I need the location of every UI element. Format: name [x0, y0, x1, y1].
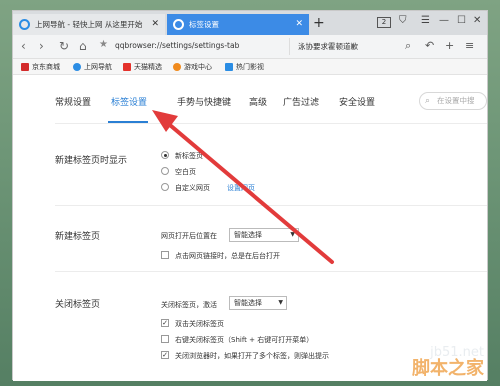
section-title-open-tab: 新建标签页: [55, 232, 101, 242]
checkbox-label: 关闭浏览器时，如果打开了多个标签，则弹出提示: [175, 352, 329, 360]
checkbox-label: 双击关闭标签页: [175, 320, 224, 328]
close-prompt-checkbox[interactable]: ✓: [161, 351, 169, 359]
tab-general[interactable]: 常规设置: [55, 95, 91, 108]
game-icon: [173, 63, 181, 71]
address-url: qqbrowser://settings/settings-tab: [115, 41, 240, 50]
section-title-close-tab: 关闭标签页: [55, 300, 101, 310]
navigation-bar: ‹ › ↻ ⌂ ★ qqbrowser://settings/settings-…: [13, 35, 487, 59]
bookmarks-bar: 京东商城 上网导航 天猫精选 游戏中心 热门影视: [13, 59, 487, 75]
watermark-logo: 脚本之家: [412, 358, 484, 379]
background-open-checkbox[interactable]: [161, 251, 169, 259]
bookmark-item[interactable]: 京东商城: [21, 62, 60, 72]
bookmark-item[interactable]: 上网导航: [73, 62, 112, 72]
position-label: 网页打开后位置在: [161, 232, 217, 240]
forward-icon[interactable]: ›: [39, 39, 44, 53]
minimize-icon[interactable]: —: [439, 15, 449, 26]
new-tab-button[interactable]: +: [313, 14, 325, 32]
divider: [55, 271, 487, 272]
close-icon[interactable]: ✕: [295, 14, 303, 35]
tab-advanced[interactable]: 高级: [249, 95, 267, 108]
search-icon[interactable]: ⌕: [405, 39, 411, 53]
refresh-icon[interactable]: ↻: [59, 39, 69, 53]
undo-icon[interactable]: ↶: [425, 39, 434, 52]
option-label: 新标签页: [175, 152, 203, 160]
tab-gestures[interactable]: 手势与快捷键: [177, 95, 231, 108]
menu-icon[interactable]: ☰: [421, 15, 430, 26]
maximize-icon[interactable]: ☐: [457, 15, 466, 26]
bookmark-item[interactable]: 天猫精选: [123, 62, 162, 72]
double-click-close-checkbox[interactable]: ✓: [161, 319, 169, 327]
radio-custom[interactable]: [161, 183, 169, 191]
set-page-link[interactable]: 设置网页: [227, 183, 255, 193]
browser-logo-icon: [173, 19, 184, 30]
search-icon: ⌕: [425, 96, 431, 106]
settings-search-input[interactable]: ⌕ 在设置中搜: [419, 92, 487, 110]
tab-ad-filter[interactable]: 广告过滤: [283, 95, 319, 108]
bookmark-item[interactable]: 热门影视: [225, 62, 264, 72]
open-position-select[interactable]: 智能选择 ▼: [229, 228, 299, 242]
divider: [55, 205, 487, 206]
shirt-skin-icon[interactable]: ⛉: [399, 15, 407, 26]
add-icon[interactable]: +: [445, 39, 454, 52]
tab-label: 上网导航 - 轻快上网 从这里开始: [35, 20, 143, 29]
nav-icon: [73, 63, 81, 71]
radio-new-tab[interactable]: [161, 151, 169, 159]
chevron-down-icon: ▼: [278, 299, 283, 306]
tab-navigation[interactable]: 上网导航 - 轻快上网 从这里开始 ✕: [13, 14, 165, 35]
bookmark-item[interactable]: 游戏中心: [173, 62, 212, 72]
tab-tab-settings[interactable]: 标签设置: [111, 95, 147, 108]
tab-security[interactable]: 安全设置: [339, 95, 375, 108]
chevron-down-icon: ▼: [290, 231, 295, 238]
right-click-close-checkbox[interactable]: [161, 335, 169, 343]
divider: [55, 123, 487, 124]
section-title-new-tab: 新建标签页时显示: [55, 156, 128, 166]
activate-select[interactable]: 智能选择 ▼: [229, 296, 287, 310]
checkbox-label: 右键关闭标签页（Shift + 右键可打开菜单）: [175, 336, 314, 344]
home-icon[interactable]: ⌂: [79, 39, 87, 53]
activate-label: 关闭标签页，激活: [161, 301, 217, 309]
address-bar[interactable]: ★ qqbrowser://settings/settings-tab: [99, 38, 289, 55]
checkbox-label: 点击网页链接时，总是在后台打开: [175, 252, 280, 260]
settings-page: 常规设置 标签设置 手势与快捷键 高级 广告过滤 安全设置 ⌕ 在设置中搜 新建…: [13, 75, 487, 381]
jd-icon: [21, 63, 29, 71]
star-icon[interactable]: ★: [99, 39, 108, 50]
tab-label: 标签设置: [189, 20, 219, 29]
browser-window: 上网导航 - 轻快上网 从这里开始 ✕ 标签设置 ✕ + 2 ⛉ ☰ — ☐ ✕…: [12, 10, 488, 381]
browser-logo-icon: [19, 19, 30, 30]
tab-strip: 上网导航 - 轻快上网 从这里开始 ✕ 标签设置 ✕ + 2 ⛉ ☰ — ☐ ✕: [13, 11, 487, 35]
tmall-icon: [123, 63, 131, 71]
radio-blank[interactable]: [161, 167, 169, 175]
search-box[interactable]: 泳协要求霍顿道歉: [289, 38, 389, 55]
menu-icon[interactable]: ≡: [465, 39, 474, 52]
close-icon[interactable]: ✕: [151, 14, 159, 35]
tab-count-badge[interactable]: 2: [377, 17, 391, 28]
option-label: 空白页: [175, 168, 196, 176]
close-window-icon[interactable]: ✕: [473, 15, 481, 26]
tab-settings[interactable]: 标签设置 ✕: [167, 14, 309, 35]
video-icon: [225, 63, 233, 71]
option-label: 自定义网页: [175, 184, 210, 192]
back-icon[interactable]: ‹: [21, 39, 26, 53]
